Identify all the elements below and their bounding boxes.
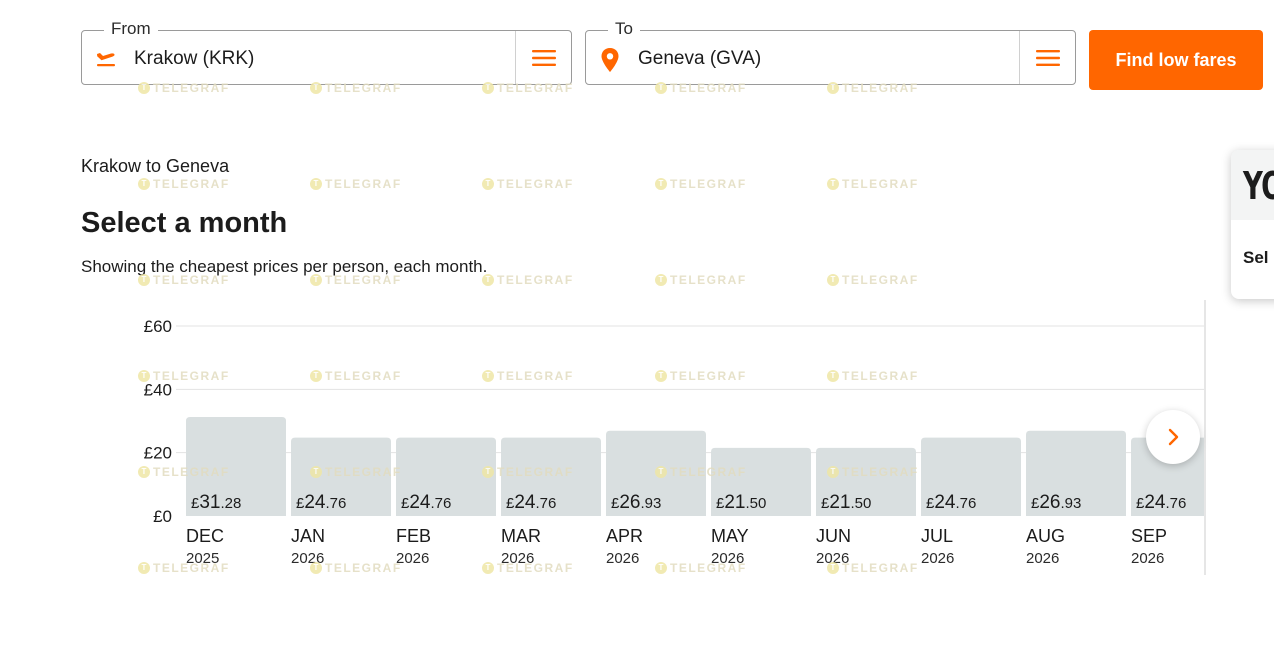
watermark-logo-icon: T [138,178,150,190]
year-label: 2025 [186,550,219,567]
from-field[interactable]: From Krakow (KRK) [81,19,572,85]
next-months-button[interactable] [1146,410,1200,464]
price-label: £24.76 [506,492,556,513]
month-label: SEP [1131,526,1167,546]
watermark: T TELEGRAF [138,177,230,191]
plane-takeoff-icon [94,47,118,71]
watermark-logo-icon: T [482,178,494,190]
year-label: 2026 [711,550,744,567]
watermark-text: TELEGRAF [842,273,919,287]
price-label: £31.28 [191,492,241,513]
watermark-text: TELEGRAF [497,273,574,287]
to-label: To [608,19,640,39]
month-label: JUN [816,526,851,546]
watermark: T TELEGRAF [482,177,574,191]
hamburger-menu-icon [1035,49,1060,66]
side-card-text: Sel [1243,248,1269,267]
month-price-chart: £0 £20 £40 £60 £31.28 DEC 2025 £24.76 JAN 2026 £24… [120,300,1206,575]
year-label: 2026 [1131,550,1164,567]
to-menu-button[interactable] [1019,31,1075,84]
month-label: APR [606,526,643,546]
price-label: £24.76 [1136,492,1186,513]
year-label: 2026 [1026,550,1059,567]
y-tick-label: £40 [144,380,172,399]
watermark-logo-icon: T [827,178,839,190]
hamburger-menu-icon [531,49,556,66]
price-label: £24.76 [401,492,451,513]
route-title: Krakow to Geneva [81,156,230,176]
year-label: 2026 [606,550,639,567]
page-subtitle: Showing the cheapest prices per person, … [81,257,488,276]
month-label: JUL [921,526,953,546]
year-label: 2026 [501,550,534,567]
page-title: Select a month [81,207,288,239]
watermark: T TELEGRAF [482,273,574,287]
year-label: 2026 [291,550,324,567]
month-label: JAN [291,526,325,546]
find-low-fares-button[interactable]: Find low fares [1089,30,1263,90]
y-tick-label: £60 [144,317,172,336]
side-card[interactable]: YO Sel [1231,150,1274,299]
month-label: AUG [1026,526,1065,546]
y-tick-label: £20 [144,444,172,463]
price-label: £26.93 [1031,492,1081,513]
year-label: 2026 [921,550,954,567]
price-label: £26.93 [611,492,661,513]
watermark-text: TELEGRAF [842,177,919,191]
watermark: T TELEGRAF [655,273,747,287]
side-card-title: YO [1243,164,1274,208]
price-label: £24.76 [926,492,976,513]
year-label: 2026 [396,550,429,567]
watermark: T TELEGRAF [827,177,919,191]
watermark: T TELEGRAF [827,273,919,287]
watermark-text: TELEGRAF [325,177,402,191]
price-label: £24.76 [296,492,346,513]
chart-edge [1204,300,1206,575]
month-label: DEC [186,526,224,546]
watermark: T TELEGRAF [310,177,402,191]
y-tick-label: £0 [153,507,172,526]
price-label: £21.50 [716,492,766,513]
chart-svg: £0 £20 £40 £60 £31.28 DEC 2025 £24.76 JAN 2026 £24… [144,317,1206,567]
watermark-logo-icon: T [827,274,839,286]
watermark-text: TELEGRAF [670,273,747,287]
location-pin-icon [598,47,622,72]
watermark-logo-icon: T [655,274,667,286]
chevron-right-icon [1168,428,1179,446]
to-field[interactable]: To Geneva (GVA) [585,19,1076,85]
from-input[interactable]: Krakow (KRK) [134,48,254,70]
watermark-logo-icon: T [655,178,667,190]
month-label: MAR [501,526,541,546]
watermark-text: TELEGRAF [670,177,747,191]
month-label: MAY [711,526,749,546]
from-menu-button[interactable] [515,31,571,84]
price-label: £21.50 [821,492,871,513]
month-label: FEB [396,526,431,546]
to-input[interactable]: Geneva (GVA) [638,48,761,70]
watermark-logo-icon: T [310,178,322,190]
from-label: From [104,19,158,39]
watermark: T TELEGRAF [655,177,747,191]
watermark-text: TELEGRAF [497,177,574,191]
watermark-text: TELEGRAF [153,177,230,191]
year-label: 2026 [816,550,849,567]
